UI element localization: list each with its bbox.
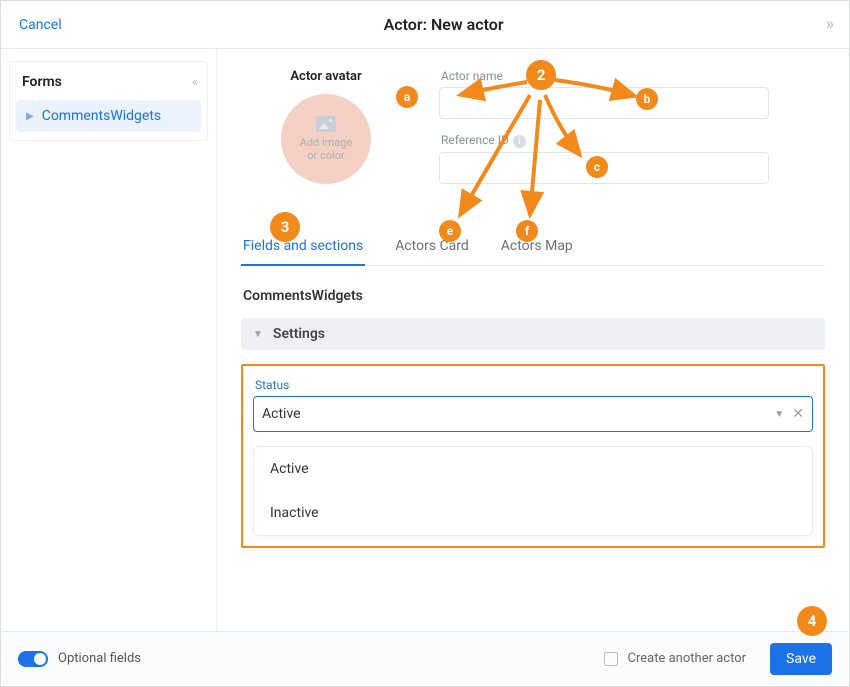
status-dropdown: Active Inactive	[253, 446, 813, 536]
sidebar-heading: Forms	[22, 74, 62, 90]
reference-id-label: Reference IDi	[441, 133, 825, 148]
image-placeholder-icon	[316, 116, 336, 132]
settings-group-label: Settings	[273, 326, 325, 342]
tab-fields-and-sections[interactable]: Fields and sections	[241, 228, 365, 266]
highlighted-area: Status Active ▼ ✕ Active Inactive	[241, 364, 825, 548]
select-caret-icon: ▼	[774, 409, 784, 420]
sidebar: Forms « ▶ CommentsWidgets	[1, 49, 217, 633]
status-option-inactive[interactable]: Inactive	[254, 491, 812, 535]
tabs: Fields and sections Actors Card Actors M…	[241, 228, 825, 266]
tab-actors-card[interactable]: Actors Card	[393, 228, 471, 265]
optional-fields-label: Optional fields	[58, 651, 141, 666]
info-icon[interactable]: i	[513, 135, 526, 148]
status-value: Active	[262, 406, 301, 422]
expand-chevron-icon[interactable]: »	[826, 14, 831, 35]
actor-name-input[interactable]	[439, 87, 769, 119]
avatar-placeholder-text: Add image or color	[300, 136, 353, 162]
avatar-upload[interactable]: Add image or color	[281, 94, 371, 184]
actor-name-label: Actor name	[441, 69, 825, 83]
sidebar-item-commentswidgets[interactable]: ▶ CommentsWidgets	[16, 100, 201, 132]
sidebar-item-label: CommentsWidgets	[42, 108, 161, 124]
optional-fields-toggle[interactable]	[18, 651, 48, 667]
create-another-checkbox[interactable]	[604, 652, 618, 666]
dialog-footer: Optional fields Create another actor Sav…	[2, 631, 848, 685]
collapse-sidebar-icon[interactable]: «	[192, 75, 195, 90]
tab-actors-map[interactable]: Actors Map	[499, 228, 575, 265]
status-label: Status	[255, 378, 813, 392]
section-title: CommentsWidgets	[243, 288, 823, 304]
dialog-header: Cancel Actor: New actor »	[1, 1, 849, 49]
reference-id-input[interactable]	[439, 152, 769, 184]
group-caret-icon: ▼	[253, 329, 263, 340]
cancel-button[interactable]: Cancel	[19, 17, 62, 33]
main-panel: Actor avatar Add image or color Actor na…	[217, 49, 849, 633]
settings-group-header[interactable]: ▼ Settings	[241, 318, 825, 350]
avatar-label: Actor avatar	[241, 69, 411, 84]
create-another-label: Create another actor	[628, 651, 747, 666]
clear-select-icon[interactable]: ✕	[792, 406, 804, 422]
tree-caret-icon: ▶	[26, 111, 34, 122]
status-select[interactable]: Active ▼ ✕	[253, 396, 813, 432]
save-button[interactable]: Save	[770, 643, 832, 675]
dialog-title: Actor: New actor	[62, 15, 826, 34]
status-option-active[interactable]: Active	[254, 447, 812, 491]
